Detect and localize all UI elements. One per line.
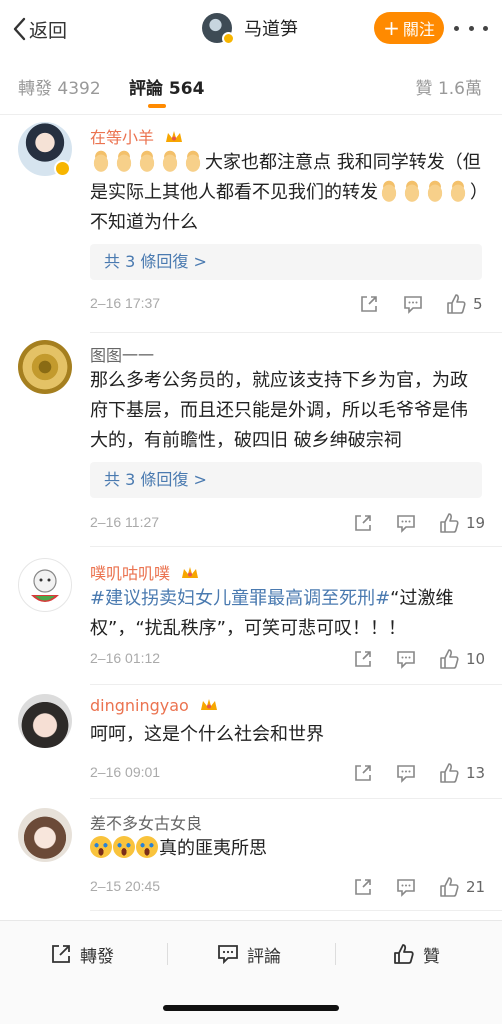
comment-time: 2–15 20:45 (90, 878, 161, 894)
comment-icon (218, 945, 238, 965)
author-avatar[interactable] (202, 13, 235, 45)
tab-comments[interactable]: 評論 564 (129, 74, 204, 99)
tab-reposts[interactable]: 轉發 4392 (18, 74, 101, 99)
comment-username[interactable]: 噗叽咕叽噗 (90, 560, 199, 584)
comment-text: 大家也都注意点 我和同学转发（但是实际上其他人都看不见我们的转发 ）不知道为什么 (90, 150, 481, 233)
divider (90, 798, 502, 799)
comment-label: 評論 (247, 946, 281, 967)
tab-likes[interactable]: 贊 1.6萬 (416, 74, 482, 99)
comment-username[interactable]: dingningyao (90, 696, 218, 715)
comment-meta: 2–15 20:45 21 (90, 876, 486, 900)
like-label: 贊 (423, 946, 440, 967)
like-count: 5 (473, 295, 483, 313)
hashtag-link[interactable]: #建议拐卖妇女儿童罪最高调至死刑# (90, 588, 390, 609)
divider (90, 910, 502, 911)
cartoon-avatar-icon (31, 569, 59, 602)
back-label: 返回 (29, 19, 68, 42)
like-count: 21 (466, 878, 486, 896)
divider (0, 114, 502, 115)
avatar[interactable] (18, 694, 72, 748)
share-icon[interactable] (352, 512, 374, 534)
plus-icon: + (383, 16, 400, 40)
divider (335, 943, 336, 965)
comment-time: 2–16 17:37 (90, 295, 161, 311)
like-count: 13 (466, 764, 486, 782)
thumbs-up-icon (394, 944, 414, 964)
crown-icon (200, 699, 217, 710)
avatar[interactable] (18, 340, 72, 394)
share-icon (52, 945, 70, 963)
more-icon (454, 25, 459, 31)
thumbs-up-icon[interactable] (445, 293, 467, 315)
comment-meta: 2–16 01:12 10 (90, 648, 486, 672)
thumbs-up-icon[interactable] (438, 648, 460, 670)
comment-icon[interactable] (395, 648, 417, 670)
share-icon[interactable] (352, 762, 374, 784)
divider (90, 546, 502, 547)
comment-text: 那么多考公务员的，就应该支持下乡为官，为政府下基层，而且还只能是外调，所以毛爷爷… (90, 370, 468, 451)
comment-text: 呵呵，这是个什么社会和世界 (90, 724, 324, 745)
share-icon[interactable] (358, 293, 380, 315)
follow-button[interactable]: + 關注 (374, 12, 444, 44)
thumbs-up-icon[interactable] (438, 762, 460, 784)
crying-emoji (90, 836, 112, 858)
share-icon[interactable] (352, 648, 374, 670)
repost-label: 轉發 (80, 946, 114, 967)
thumbs-up-icon[interactable] (438, 876, 460, 898)
author-header[interactable]: 马道笋 (202, 12, 298, 45)
verified-icon (54, 160, 71, 177)
pray-emoji (378, 180, 400, 202)
avatar[interactable] (18, 808, 72, 862)
comment-text: #建议拐卖妇女儿童罪最高调至死刑#“过激维权”，“扰乱秩序”，可笑可悲可叹！！！ (90, 588, 454, 639)
back-button[interactable]: 返回 (12, 14, 67, 44)
comment-meta: 2–16 11:27 19 (90, 512, 486, 536)
view-replies-link[interactable]: 共 3 條回復 > (90, 462, 482, 498)
comment-text: 真的匪夷所思 (90, 834, 482, 864)
top-nav-bar: 返回 马道笋 + 關注 (0, 0, 502, 58)
comment-username[interactable]: 在等小羊 (90, 124, 183, 148)
divider (90, 332, 502, 333)
comment-username[interactable]: 差不多女古女良 (90, 810, 202, 834)
view-replies-link[interactable]: 共 3 條回復 > (90, 244, 482, 280)
follow-label: 關注 (402, 20, 435, 39)
tab-bar: 轉發 4392 評論 564 贊 1.6萬 (0, 66, 502, 110)
crown-icon (182, 567, 199, 578)
crown-icon (166, 131, 183, 142)
comment-time: 2–16 01:12 (90, 650, 161, 666)
like-count: 10 (466, 650, 486, 668)
comment-username[interactable]: 图图一一 (90, 342, 154, 366)
comment-button[interactable]: 評論 (217, 939, 281, 969)
comment-icon[interactable] (395, 876, 417, 898)
divider (90, 684, 502, 685)
more-options-button[interactable] (454, 18, 488, 38)
comment-meta: 2–16 17:37 5 (90, 293, 483, 317)
chevron-left-icon (13, 17, 26, 41)
avatar[interactable] (18, 558, 72, 612)
like-button[interactable]: 贊 (393, 939, 440, 969)
home-indicator[interactable] (163, 1005, 339, 1011)
comment-time: 2–16 09:01 (90, 764, 161, 780)
divider (167, 943, 168, 965)
comment-icon[interactable] (395, 512, 417, 534)
verified-icon (222, 32, 235, 45)
share-icon[interactable] (352, 876, 374, 898)
comment-meta: 2–16 09:01 13 (90, 762, 486, 786)
active-tab-indicator (148, 104, 166, 108)
like-count: 19 (466, 514, 486, 532)
author-name[interactable]: 马道笋 (244, 15, 298, 41)
repost-button[interactable]: 轉發 (50, 939, 114, 969)
thumbs-up-icon[interactable] (438, 512, 460, 534)
comment-icon[interactable] (402, 293, 424, 315)
comment-icon[interactable] (395, 762, 417, 784)
comment-time: 2–16 11:27 (90, 514, 160, 530)
pray-emoji (90, 150, 112, 172)
